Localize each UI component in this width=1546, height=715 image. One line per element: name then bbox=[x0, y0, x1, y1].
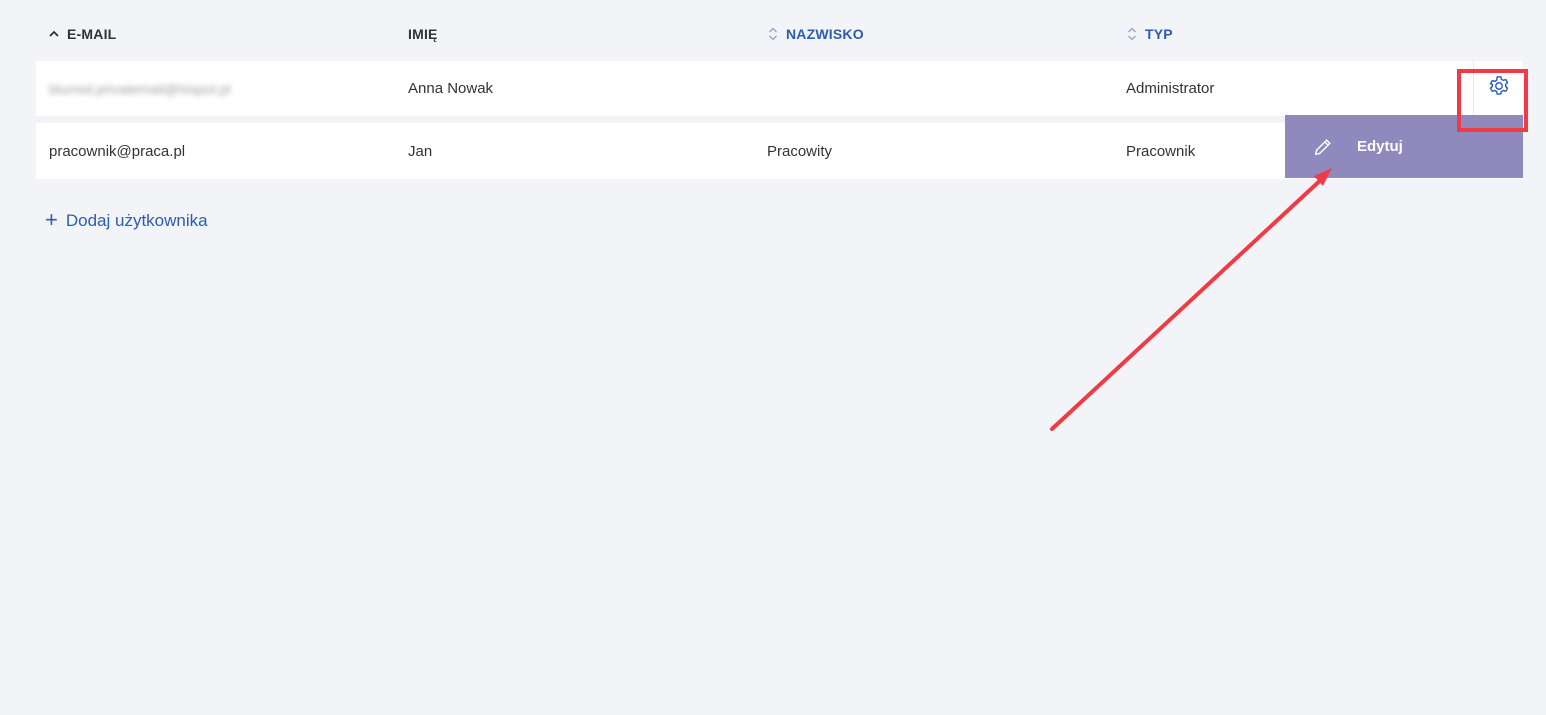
edit-menu-item-label: Edytuj bbox=[1357, 138, 1403, 155]
add-user-label: Dodaj użytkownika bbox=[65, 211, 208, 230]
edit-menu-item[interactable]: Edytuj bbox=[1285, 115, 1523, 178]
column-header-type-label: TYP bbox=[1145, 26, 1173, 42]
column-header-email[interactable]: E-MAIL bbox=[48, 22, 116, 46]
row-settings-button[interactable] bbox=[1473, 61, 1523, 116]
add-user-button[interactable]: + Dodaj użytkownika bbox=[45, 208, 208, 234]
gear-icon bbox=[1486, 73, 1512, 104]
plus-icon: + bbox=[45, 207, 58, 232]
chevron-up-icon bbox=[48, 26, 60, 42]
row-type: Administrator bbox=[1126, 80, 1215, 97]
table-row: blurred.privatemail@hispot.pl Anna Nowak… bbox=[36, 61, 1523, 116]
row-first-name: Jan bbox=[408, 142, 433, 160]
sort-updown-icon bbox=[767, 26, 779, 42]
column-header-last-name[interactable]: NAZWISKO bbox=[767, 22, 864, 46]
column-header-email-label: E-MAIL bbox=[67, 26, 117, 42]
row-email: pracownik@praca.pl bbox=[49, 142, 186, 160]
pencil-icon bbox=[1311, 135, 1335, 159]
column-header-first-name-label: IMIĘ bbox=[408, 26, 438, 42]
row-last-name: Pracowity bbox=[767, 142, 833, 160]
row-first-name: Anna Nowak bbox=[408, 80, 494, 97]
row-email: blurred.privatemail@hispot.pl bbox=[49, 80, 231, 97]
table-header: E-MAIL IMIĘ NAZWISKO TYP bbox=[36, 22, 1523, 46]
column-header-first-name: IMIĘ bbox=[408, 22, 438, 46]
column-header-type[interactable]: TYP bbox=[1126, 22, 1173, 46]
sort-updown-icon bbox=[1126, 26, 1138, 42]
column-header-last-name-label: NAZWISKO bbox=[786, 26, 864, 42]
row-type: Pracownik bbox=[1126, 142, 1196, 160]
